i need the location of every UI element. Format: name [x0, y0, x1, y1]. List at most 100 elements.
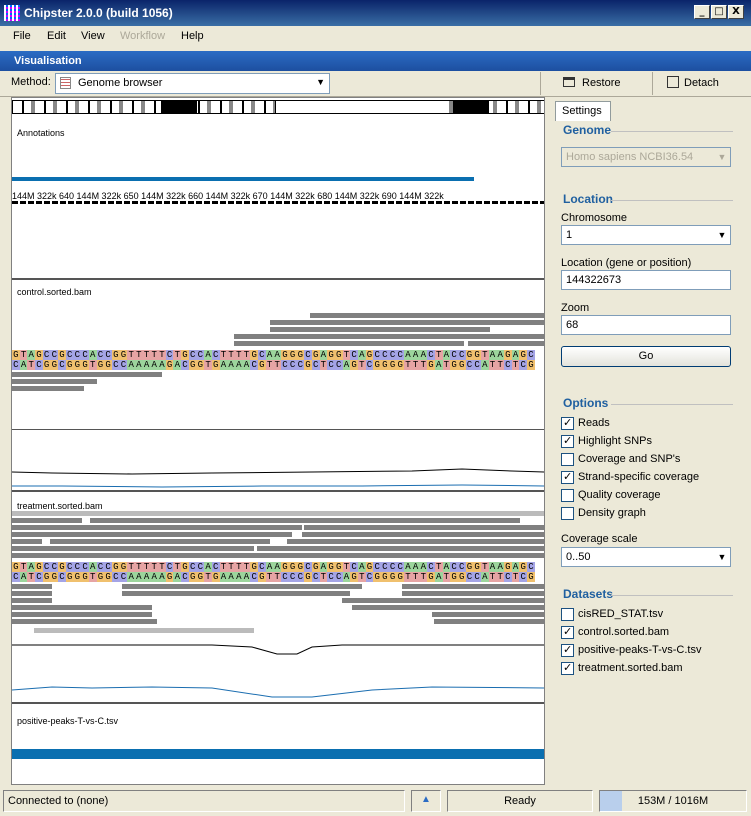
base: T	[135, 562, 143, 572]
base: G	[188, 572, 197, 582]
base: A	[411, 562, 420, 572]
option-label[interactable]: Coverage and SNP's	[578, 453, 680, 465]
base: A	[480, 360, 489, 370]
go-button[interactable]: Go	[561, 346, 731, 367]
base: C	[465, 360, 474, 370]
base: T	[434, 562, 443, 572]
base: C	[188, 562, 197, 572]
base: C	[281, 572, 289, 582]
base: G	[288, 350, 297, 360]
option-checkbox[interactable]	[561, 507, 574, 520]
chevron-up-icon[interactable]: ▲	[411, 790, 441, 812]
base: A	[434, 360, 443, 370]
base: C	[457, 562, 466, 572]
base: C	[388, 562, 397, 572]
base: C	[119, 360, 128, 370]
genome-browser-view[interactable]: Annotations 144M 322k 640 144M 322k 650 …	[11, 97, 545, 785]
zoom-input[interactable]	[561, 315, 731, 335]
minimize-button[interactable]: _	[694, 5, 710, 19]
base: C	[181, 360, 189, 370]
base: A	[488, 562, 497, 572]
dataset-label[interactable]: cisRED_STAT.tsv	[578, 608, 663, 620]
menu-edit[interactable]: Edit	[47, 30, 66, 42]
chromosome-dropdown[interactable]: 1 ▼	[561, 225, 731, 245]
dataset-checkbox[interactable]	[561, 643, 574, 657]
base: T	[442, 360, 451, 370]
option-checkbox[interactable]	[561, 489, 574, 502]
tab-settings[interactable]: Settings	[555, 101, 611, 121]
detach-button[interactable]: Detach	[652, 72, 751, 95]
base: C	[388, 350, 397, 360]
base: T	[88, 572, 97, 582]
maximize-button[interactable]: □	[711, 5, 727, 19]
base: A	[357, 562, 366, 572]
dataset-label[interactable]: control.sorted.bam	[578, 626, 669, 638]
dataset-checkbox[interactable]	[561, 608, 574, 621]
base: A	[234, 572, 243, 582]
treatment-coverage-graph	[12, 644, 544, 698]
base: G	[50, 572, 59, 582]
peaks-track: positive-peaks-T-vs-C.tsv	[12, 706, 544, 784]
chevron-down-icon: ▼	[717, 230, 727, 240]
base: T	[88, 360, 97, 370]
close-button[interactable]: X	[728, 5, 744, 19]
base: A	[227, 572, 235, 582]
base: A	[135, 360, 143, 370]
dataset-label[interactable]: treatment.sorted.bam	[578, 662, 683, 674]
option-label[interactable]: Strand-specific coverage	[578, 471, 699, 483]
reference-sequence-forward-treatment: GTAGCCGCCCACCGGTTTTTCTGCCACTTTTGCAAGGGCG…	[12, 562, 544, 572]
base: T	[342, 562, 351, 572]
menu-bar: File Edit View Workflow Help	[0, 26, 751, 48]
visualisation-toolbar: Method: Genome browser ▼ Restore Detach	[0, 71, 751, 97]
base: C	[288, 360, 297, 370]
base: C	[334, 572, 343, 582]
option-label[interactable]: Quality coverage	[578, 489, 661, 501]
option-checkbox[interactable]	[561, 416, 574, 430]
coverage-scale-label: Coverage scale	[561, 533, 638, 545]
base: A	[511, 350, 520, 360]
base: C	[473, 360, 481, 370]
base: G	[211, 360, 220, 370]
base: G	[96, 572, 105, 582]
dataset-checkbox[interactable]	[561, 661, 574, 675]
option-checkbox[interactable]	[561, 453, 574, 466]
location-input[interactable]	[561, 270, 731, 290]
menu-file[interactable]: File	[13, 30, 31, 42]
base: C	[473, 572, 481, 582]
base: C	[104, 350, 112, 360]
restore-button[interactable]: Restore	[540, 72, 652, 95]
method-dropdown[interactable]: Genome browser ▼	[55, 73, 330, 94]
base: C	[327, 360, 335, 370]
dataset-checkbox[interactable]	[561, 625, 574, 639]
chromosome-ideogram[interactable]	[12, 100, 544, 114]
menu-help[interactable]: Help	[181, 30, 204, 42]
base: G	[296, 350, 305, 360]
option-label[interactable]: Density graph	[578, 507, 646, 519]
base: C	[50, 562, 59, 572]
base: T	[496, 572, 504, 582]
base: A	[496, 350, 504, 360]
option-checkbox[interactable]	[561, 470, 574, 484]
dataset-label[interactable]: positive-peaks-T-vs-C.tsv	[578, 644, 701, 656]
base: A	[219, 572, 228, 582]
base: A	[411, 350, 420, 360]
option-checkbox[interactable]	[561, 434, 574, 448]
visualisation-header: Visualisation	[0, 51, 751, 71]
title-bar: Chipster 2.0.0 (build 1056) _ □ X	[0, 0, 751, 26]
base: A	[204, 350, 212, 360]
genome-dropdown[interactable]: Homo sapiens NCBI36.54 ▼	[561, 147, 731, 167]
base: G	[81, 360, 89, 370]
memory-indicator[interactable]: 153M / 1016M	[599, 790, 747, 812]
base: T	[419, 360, 428, 370]
option-label[interactable]: Reads	[578, 417, 610, 429]
option-label[interactable]: Highlight SNPs	[578, 435, 652, 447]
menu-workflow[interactable]: Workflow	[120, 30, 165, 42]
base: C	[258, 562, 266, 572]
base: T	[158, 350, 166, 360]
base: G	[388, 572, 397, 582]
coverage-scale-dropdown[interactable]: 0..50 ▼	[561, 547, 731, 567]
visualisation-title: Visualisation	[14, 55, 82, 67]
base: A	[219, 360, 228, 370]
base: T	[158, 562, 166, 572]
menu-view[interactable]: View	[81, 30, 105, 42]
